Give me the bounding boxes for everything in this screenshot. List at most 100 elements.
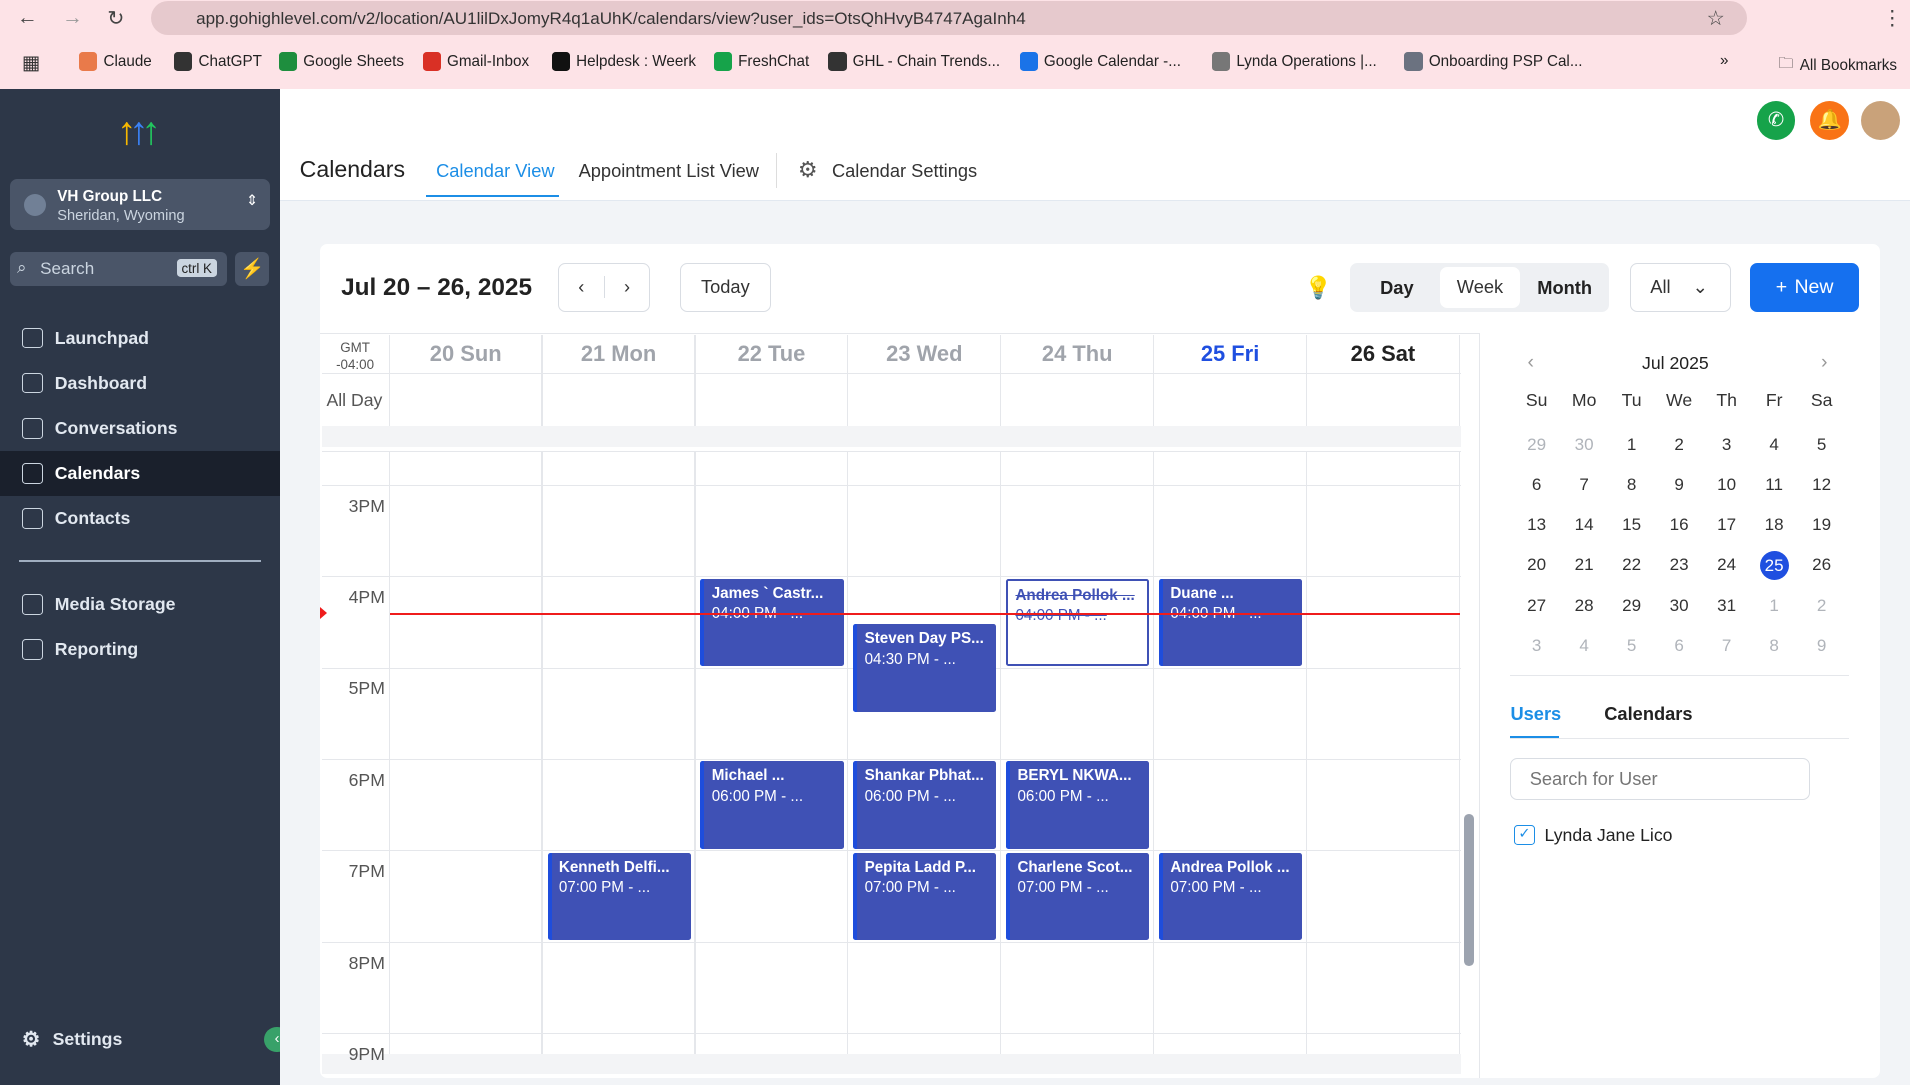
mini-cal-day[interactable]: 22	[1608, 555, 1656, 575]
event-block[interactable]: Pepita Ladd P... 07:00 PM - ...	[853, 852, 997, 941]
mini-cal-day[interactable]: 15	[1608, 515, 1656, 535]
org-switcher[interactable]: VH Group LLC Sheridan, Wyoming ⇕	[9, 179, 271, 231]
mini-cal-day[interactable]: 21	[1560, 555, 1608, 575]
event-block[interactable]: Andrea Pollok ... 07:00 PM - ...	[1159, 852, 1303, 941]
day-header[interactable]: 21 Mon	[543, 334, 696, 373]
day-header[interactable]: 22 Tue	[696, 334, 849, 373]
apps-icon[interactable]: ▦	[22, 51, 40, 75]
mini-cal-day[interactable]: 18	[1750, 515, 1798, 535]
mini-cal-day[interactable]: 16	[1655, 515, 1703, 535]
mini-cal-day[interactable]: 2	[1798, 596, 1846, 616]
phone-icon[interactable]: ✆	[1756, 101, 1796, 141]
day-header[interactable]: 23 Wed	[848, 334, 1002, 373]
sidebar-item-reporting[interactable]: Reporting	[0, 627, 280, 672]
bookmark[interactable]: Onboarding PSP Cal...	[1404, 52, 1583, 71]
bookmark[interactable]: GHL - Chain Trends...	[828, 52, 1000, 71]
event-block[interactable]: Charlene Scot... 07:00 PM - ...	[1006, 852, 1150, 941]
mini-cal-day[interactable]: 13	[1513, 515, 1561, 535]
bookmark[interactable]: Claude	[79, 52, 152, 71]
mini-cal-day[interactable]: 8	[1608, 475, 1656, 495]
mini-cal-day[interactable]: 19	[1798, 515, 1846, 535]
day-header[interactable]: 24 Thu	[1001, 334, 1155, 373]
tab-appointment-list[interactable]: Appointment List View	[579, 160, 759, 182]
mini-cal-day[interactable]: 7	[1560, 475, 1608, 495]
prev-week-button[interactable]: ‹	[559, 276, 605, 299]
mini-cal-day[interactable]: 5	[1798, 435, 1846, 455]
tab-users[interactable]: Users	[1510, 703, 1561, 725]
mini-cal-day[interactable]: 2	[1655, 435, 1703, 455]
star-icon[interactable]: ☆	[1707, 6, 1726, 31]
forward-icon[interactable]: →	[62, 6, 83, 30]
bookmark[interactable]: Google Calendar -...	[1019, 52, 1181, 71]
mini-cal-day[interactable]: 31	[1703, 596, 1751, 616]
reload-icon[interactable]: ↻	[107, 6, 124, 31]
bookmark[interactable]: Gmail-Inbox	[422, 52, 529, 71]
tab-calendar-view[interactable]: Calendar View	[436, 160, 554, 182]
event-block[interactable]: Shankar Pbhat... 06:00 PM - ...	[853, 761, 997, 850]
all-bookmarks[interactable]: 🗀 All Bookmarks	[1778, 52, 1897, 78]
mini-cal-day[interactable]: 23	[1655, 555, 1703, 575]
mini-cal-day[interactable]: 29	[1608, 596, 1656, 616]
view-month[interactable]: Month	[1537, 277, 1592, 299]
more-bookmarks-icon[interactable]: »	[1720, 52, 1728, 69]
mini-cal-next-icon[interactable]: ›	[1821, 351, 1827, 374]
sidebar-search[interactable]: ⌕ Search ctrl K	[9, 252, 227, 287]
horizontal-scrollbar-bottom[interactable]	[321, 1053, 1461, 1075]
sidebar-item-media-storage[interactable]: Media Storage	[0, 582, 280, 627]
mini-cal-day[interactable]: 1	[1608, 435, 1656, 455]
filter-select[interactable]: All ⌄	[1629, 263, 1731, 312]
mini-cal-day[interactable]: 4	[1560, 636, 1608, 656]
notification-bell-icon[interactable]: 🔔	[1810, 101, 1850, 141]
event-block[interactable]: Steven Day PS... 04:30 PM - ...	[853, 624, 997, 712]
bookmark[interactable]: ChatGPT	[174, 52, 262, 71]
mini-cal-day[interactable]: 9	[1798, 636, 1846, 656]
tab-calendars[interactable]: Calendars	[1604, 703, 1692, 725]
back-icon[interactable]: ←	[17, 6, 38, 30]
sidebar-item-dashboard[interactable]: Dashboard	[0, 361, 280, 406]
event-block[interactable]: James ` Castr... 04:00 PM - ...	[700, 578, 844, 667]
mini-cal-day[interactable]: 25	[1750, 550, 1798, 580]
mini-cal-day[interactable]: 6	[1655, 636, 1703, 656]
view-week[interactable]: Week	[1439, 266, 1521, 309]
mini-cal-day[interactable]: 1	[1750, 596, 1798, 616]
event-block[interactable]: Duane ... 04:00 PM - ...	[1159, 578, 1303, 667]
user-checkbox[interactable]: ✓	[1514, 824, 1535, 846]
mini-cal-day[interactable]: 10	[1703, 475, 1751, 495]
mini-cal-day[interactable]: 26	[1798, 555, 1846, 575]
horizontal-scrollbar[interactable]	[321, 426, 1461, 448]
lightbulb-icon[interactable]: 💡	[1305, 275, 1332, 301]
mini-cal-day[interactable]: 3	[1703, 435, 1751, 455]
tab-calendar-settings[interactable]: Calendar Settings	[832, 160, 977, 182]
user-avatar[interactable]	[1861, 101, 1901, 141]
mini-cal-day[interactable]: 30	[1655, 596, 1703, 616]
day-header[interactable]: 25 Fri	[1154, 334, 1307, 373]
bookmark[interactable]: Lynda Operations |...	[1212, 52, 1377, 71]
bookmark[interactable]: Helpdesk : Weerk	[551, 52, 696, 71]
mini-cal-day[interactable]: 8	[1750, 636, 1798, 656]
mini-cal-day[interactable]: 9	[1655, 475, 1703, 495]
mini-cal-day[interactable]: 17	[1703, 515, 1751, 535]
mini-cal-day[interactable]: 5	[1608, 636, 1656, 656]
sidebar-item-launchpad[interactable]: Launchpad	[0, 315, 280, 360]
address-bar[interactable]: app.gohighlevel.com/v2/location/AU1lilDx…	[151, 1, 1747, 36]
mini-cal-day[interactable]: 20	[1513, 555, 1561, 575]
view-day[interactable]: Day	[1380, 277, 1414, 299]
new-button[interactable]: + New	[1750, 263, 1859, 312]
vertical-scrollbar-thumb[interactable]	[1464, 813, 1474, 966]
sidebar-item-settings[interactable]: ⚙ Settings	[0, 1017, 280, 1062]
event-block[interactable]: Michael ... 06:00 PM - ...	[700, 761, 844, 850]
mini-cal-day[interactable]: 3	[1513, 636, 1561, 656]
mini-cal-day[interactable]: 27	[1513, 596, 1561, 616]
mini-cal-day[interactable]: 12	[1798, 475, 1846, 495]
event-block[interactable]: Kenneth Delfi... 07:00 PM - ...	[547, 852, 691, 941]
menu-icon[interactable]: ⋮	[1882, 6, 1903, 31]
search-user-input[interactable]	[1510, 757, 1811, 801]
sidebar-item-calendars[interactable]: Calendars	[0, 450, 281, 496]
mini-cal-day[interactable]: 11	[1750, 475, 1798, 495]
mini-cal-day[interactable]: 29	[1513, 435, 1561, 455]
day-header[interactable]: 20 Sun	[390, 334, 543, 373]
mini-cal-day[interactable]: 4	[1750, 435, 1798, 455]
day-header[interactable]: 26 Sat	[1307, 334, 1460, 373]
next-week-button[interactable]: ›	[605, 276, 650, 298]
mini-cal-day[interactable]: 28	[1560, 596, 1608, 616]
